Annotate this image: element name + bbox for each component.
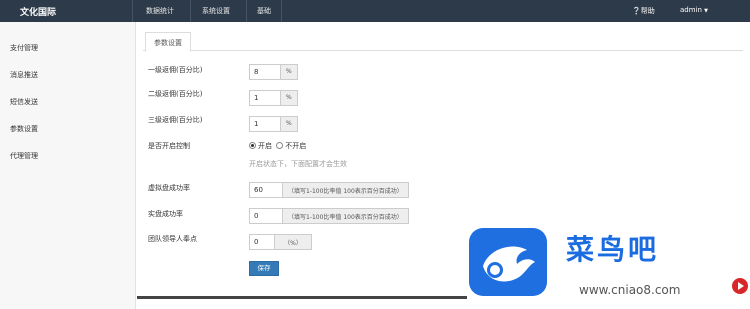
- level3-unit: %: [280, 116, 298, 132]
- nav-divider: [246, 0, 247, 22]
- level1-label: 一级返佣(百分比): [148, 66, 203, 74]
- radio-on[interactable]: 开启: [249, 142, 272, 150]
- virtual-rate-input[interactable]: [249, 182, 283, 198]
- control-label: 是否开启控制: [148, 142, 190, 150]
- radio-off-label: 不开启: [285, 142, 307, 150]
- nav-item-system-settings[interactable]: 系统设置: [202, 6, 230, 16]
- nav-divider: [190, 0, 191, 22]
- user-menu[interactable]: admin ▼: [680, 6, 708, 14]
- control-hint: 开启状态下，下面配置才会生效: [249, 160, 347, 168]
- play-icon: [732, 278, 748, 294]
- sidebar-item-params[interactable]: 参数设置: [10, 124, 38, 134]
- real-rate-input[interactable]: [249, 208, 283, 224]
- bird-logo-icon: [469, 228, 547, 296]
- tab-bar: 参数设置: [143, 32, 743, 52]
- sidebar-item-agent[interactable]: 代理管理: [10, 151, 38, 161]
- brand-title[interactable]: 文化国际: [20, 5, 56, 18]
- level2-input[interactable]: [249, 90, 281, 106]
- watermark-url: www.cniao8.com: [579, 283, 681, 297]
- radio-on-label: 开启: [258, 142, 272, 150]
- nav-item-statistics[interactable]: 数据统计: [146, 6, 174, 16]
- level3-input[interactable]: [249, 116, 281, 132]
- radio-unchecked-icon: [276, 142, 284, 149]
- nav-divider: [281, 0, 282, 22]
- save-button[interactable]: 保存: [249, 261, 279, 276]
- virtual-rate-label: 虚拟盘成功率: [148, 184, 190, 192]
- team-leader-unit: （%）: [274, 234, 312, 250]
- help-icon: ❔: [632, 7, 641, 15]
- sidebar-item-sms[interactable]: 短信发送: [10, 97, 38, 107]
- watermark-name: 菜鸟吧: [566, 233, 660, 266]
- control-radio-group: 开启 不开启: [249, 141, 306, 151]
- help-label: 帮助: [640, 7, 655, 15]
- team-leader-input[interactable]: [249, 234, 275, 250]
- caret-down-icon: ▼: [704, 8, 709, 14]
- nav-item-basic[interactable]: 基础: [257, 6, 271, 16]
- radio-off[interactable]: 不开启: [276, 142, 306, 150]
- nav-divider: [132, 0, 133, 22]
- sidebar-item-payment[interactable]: 支付管理: [10, 43, 38, 53]
- level2-label: 二级返佣(百分比): [148, 90, 203, 98]
- level1-unit: %: [280, 64, 298, 80]
- radio-checked-icon: [249, 142, 256, 149]
- team-leader-label: 团队领导人奉点: [148, 235, 197, 243]
- user-name: admin: [680, 6, 702, 14]
- tab-params[interactable]: 参数设置: [145, 32, 191, 52]
- real-rate-hint: （填写1-100比率值 100表示百分百成功）: [282, 208, 409, 224]
- virtual-rate-hint: （填写1-100比率值 100表示百分百成功）: [282, 182, 409, 198]
- level2-unit: %: [280, 90, 298, 106]
- top-navbar: 文化国际 数据统计 系统设置 基础 ❔帮助 admin ▼: [0, 0, 750, 22]
- sidebar: 支付管理 消息推送 短信发送 参数设置 代理管理: [0, 22, 136, 309]
- bottom-divider: [137, 296, 467, 299]
- sidebar-item-push[interactable]: 消息推送: [10, 70, 38, 80]
- level3-label: 三级返佣(百分比): [148, 116, 203, 124]
- real-rate-label: 实盘成功率: [148, 210, 183, 218]
- level1-input[interactable]: [249, 64, 281, 80]
- help-link[interactable]: ❔帮助: [632, 6, 655, 16]
